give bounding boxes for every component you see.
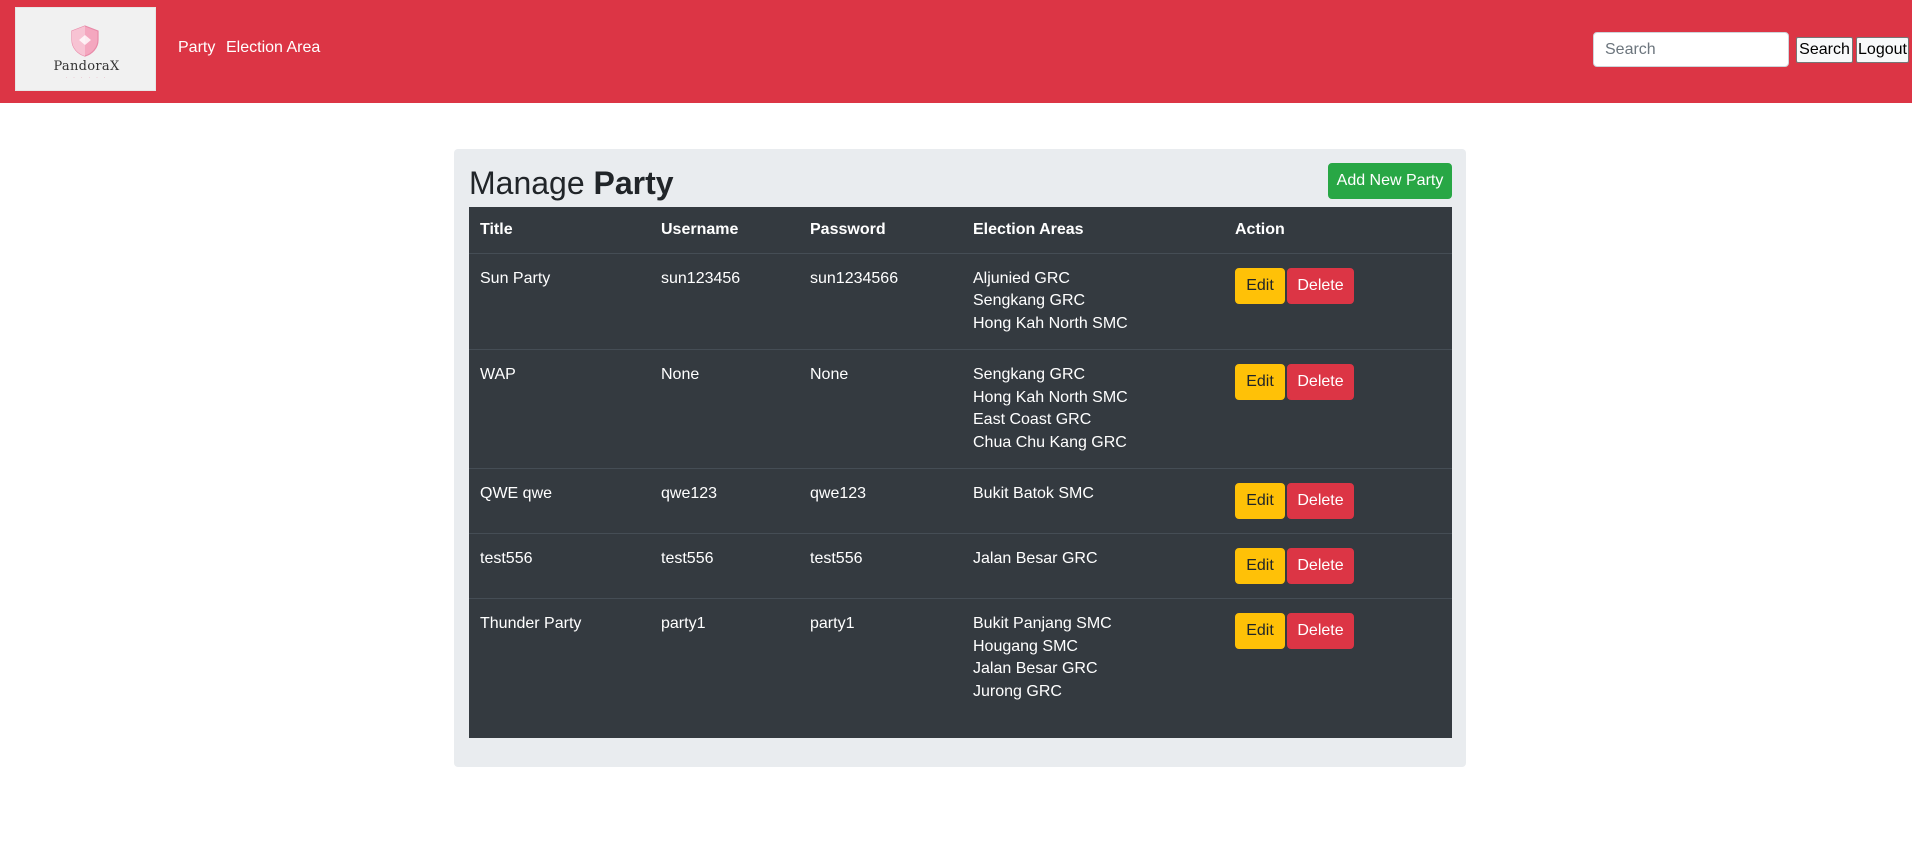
add-new-party-button[interactable]: Add New Party [1328, 163, 1452, 199]
cell-title: QWE qwe [469, 468, 650, 534]
brand-logo[interactable]: PandoraX · · · · · · [15, 7, 156, 91]
table-row: Thunder Party party1 party1 Bukit Panjan… [469, 598, 1452, 717]
election-area-item: Jurong GRC [973, 682, 1062, 700]
election-area-item: Chua Chu Kang GRC [973, 433, 1127, 451]
column-header-action: Action [1224, 207, 1452, 254]
delete-button[interactable]: Delete [1287, 267, 1354, 304]
logo-text: PandoraX [53, 59, 120, 74]
column-header-username: Username [650, 207, 799, 254]
party-table-container: Title Username Password Election Areas A… [469, 207, 1452, 738]
table-row: Sun Party sun123456 sun1234566 Aljunied … [469, 252, 1452, 350]
manage-party-panel: Manage Party Add New Party Title Usernam… [454, 149, 1466, 767]
election-area-item: Jalan Besar GRC [973, 660, 1098, 677]
edit-button[interactable]: Edit [1235, 613, 1285, 649]
search-button[interactable]: Search [1796, 37, 1853, 63]
edit-button[interactable]: Edit [1235, 267, 1285, 304]
table-row: test556 test556 test556 Jalan Besar GRC … [469, 533, 1452, 599]
table-header-row: Title Username Password Election Areas A… [469, 207, 1452, 254]
election-area-item: Hougang SMC [973, 637, 1078, 655]
election-area-item: Aljunied GRC [973, 269, 1070, 287]
cell-password: test556 [799, 533, 962, 599]
election-area-item: Hong Kah North SMC [973, 314, 1128, 332]
page-title-prefix: Manage [469, 165, 594, 201]
cell-title: Sun Party [469, 252, 650, 350]
delete-button[interactable]: Delete [1287, 483, 1354, 519]
cell-election-areas: Sengkang GRC Hong Kah North SMC East Coa… [962, 349, 1224, 469]
party-table: Title Username Password Election Areas A… [469, 207, 1452, 717]
cell-actions: Edit Delete [1224, 533, 1452, 599]
cell-username: None [650, 349, 799, 469]
top-navbar: PandoraX · · · · · · Party Election Area… [0, 0, 1912, 103]
edit-button[interactable]: Edit [1235, 364, 1285, 400]
cell-password: None [799, 349, 962, 469]
election-area-item: Sengkang GRC [973, 292, 1086, 309]
cell-actions: Edit Delete [1224, 252, 1452, 350]
cell-election-areas: Jalan Besar GRC [962, 533, 1224, 599]
column-header-password: Password [799, 207, 962, 254]
cell-title: WAP [469, 349, 650, 469]
page-title: Manage Party [469, 165, 674, 202]
election-area-item: Sengkang GRC [973, 366, 1086, 383]
delete-button[interactable]: Delete [1287, 613, 1354, 649]
table-row: QWE qwe qwe123 qwe123 Bukit Batok SMC Ed… [469, 468, 1452, 534]
cell-password: party1 [799, 598, 962, 717]
edit-button[interactable]: Edit [1235, 483, 1285, 519]
cell-username: sun123456 [650, 252, 799, 350]
column-header-title: Title [469, 207, 650, 254]
delete-button[interactable]: Delete [1287, 364, 1354, 400]
cell-title: Thunder Party [469, 598, 650, 717]
delete-button[interactable]: Delete [1287, 548, 1354, 584]
cell-actions: Edit Delete [1224, 598, 1452, 717]
cell-password: sun1234566 [799, 252, 962, 350]
edit-button[interactable]: Edit [1235, 548, 1285, 584]
cell-actions: Edit Delete [1224, 349, 1452, 469]
election-area-item: Jalan Besar GRC [973, 550, 1098, 567]
election-area-item: Hong Kah North SMC [973, 388, 1128, 406]
cell-election-areas: Bukit Panjang SMC Hougang SMC Jalan Besa… [962, 598, 1224, 717]
column-header-election-areas: Election Areas [962, 207, 1224, 254]
page-title-bold: Party [593, 165, 674, 201]
shield-icon [71, 25, 99, 57]
table-row: WAP None None Sengkang GRC Hong Kah Nort… [469, 349, 1452, 469]
logo-tagline-decoration: · · · · · · [65, 75, 108, 81]
cell-election-areas: Bukit Batok SMC [962, 468, 1224, 534]
cell-title: test556 [469, 533, 650, 599]
cell-username: test556 [650, 533, 799, 599]
search-input[interactable] [1593, 32, 1789, 67]
logout-button[interactable]: Logout [1856, 37, 1909, 63]
nav-link-party[interactable]: Party [178, 39, 215, 57]
cell-election-areas: Aljunied GRC Sengkang GRC Hong Kah North… [962, 252, 1224, 350]
cell-username: party1 [650, 598, 799, 717]
cell-username: qwe123 [650, 468, 799, 534]
cell-actions: Edit Delete [1224, 468, 1452, 534]
nav-link-election-area[interactable]: Election Area [226, 39, 320, 57]
election-area-item: Bukit Panjang SMC [973, 615, 1112, 632]
election-area-item: East Coast GRC [973, 411, 1092, 428]
cell-password: qwe123 [799, 468, 962, 534]
election-area-item: Bukit Batok SMC [973, 485, 1094, 502]
